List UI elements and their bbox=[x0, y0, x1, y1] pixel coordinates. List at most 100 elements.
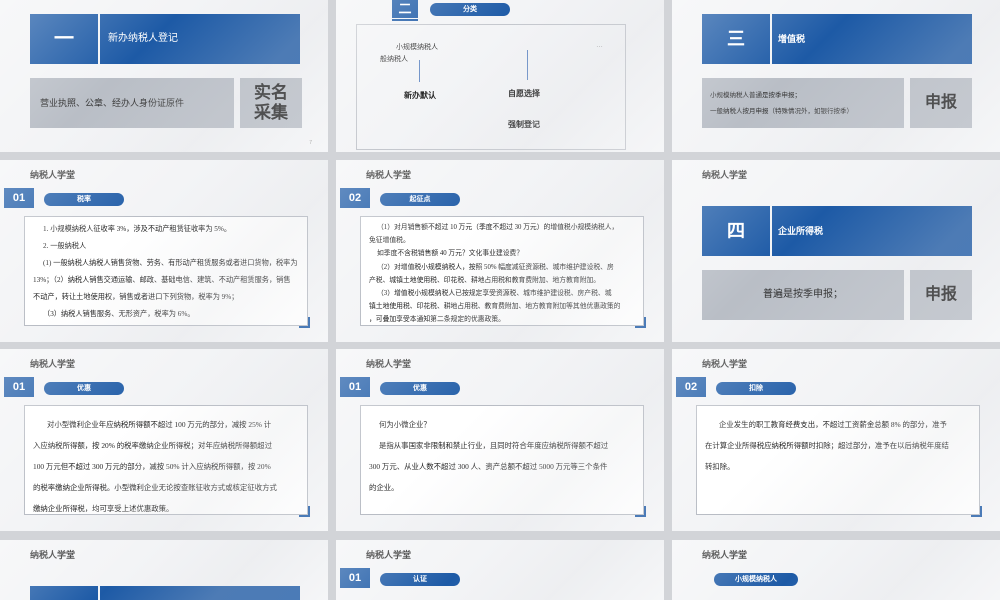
option-mandatory: 强制登记 bbox=[508, 120, 540, 129]
section-desc: 小规模纳税人普通是按季申报； 一般纳税人按月申报（特殊情况外，如银行按季） bbox=[702, 78, 904, 128]
pill-label: 分类 bbox=[430, 3, 510, 16]
corner-mark bbox=[299, 317, 310, 328]
slide-header: 纳税人学堂 bbox=[30, 550, 76, 560]
text-line: 入应纳税所得额，按 20% 的税率缴纳企业所得税；对年应纳税所得额超过 bbox=[33, 441, 272, 450]
section-number: 二 bbox=[392, 0, 418, 18]
section-number: 02 bbox=[676, 377, 706, 397]
section-number: 02 bbox=[340, 188, 370, 208]
section-number: 三 bbox=[702, 14, 770, 64]
corner-mark bbox=[635, 317, 646, 328]
diagram-label-small: 小规模纳税人 bbox=[396, 44, 438, 51]
slide-preference[interactable]: 纳税人学堂 01 优惠 对小型微利企业年应纳税所得额不超过 100 万元的部分，… bbox=[0, 349, 328, 531]
pill-label: 优惠 bbox=[44, 382, 124, 395]
slide-header: 纳税人学堂 bbox=[702, 359, 748, 369]
underline bbox=[392, 19, 418, 21]
pill-label: 税率 bbox=[44, 193, 124, 206]
text-line: 何为小微企业？ bbox=[379, 420, 431, 429]
text-line: （3）纳税人销售服务、无形资产，税率为 6%。 bbox=[43, 310, 195, 318]
text-line: 如季度不含税销售额 40 万元？文化事业建设费？ bbox=[377, 250, 524, 258]
content-box: 何为小微企业？ 是指从事国家非限制和禁止行业，且同时符合年度应纳税所得额不超过 … bbox=[360, 405, 646, 517]
big-label: 实名 采集 bbox=[240, 78, 302, 128]
text-line: 对小型微利企业年应纳税所得额不超过 100 万元的部分，减按 25% 计 bbox=[47, 420, 272, 429]
section-number: 01 bbox=[340, 377, 370, 397]
text-line: 不动产，转让土地使用权，销售或者进口下列货物，税率为 9%； bbox=[33, 293, 239, 301]
text-line: 转扣除。 bbox=[705, 462, 735, 471]
section-desc: 营业执照、公章、经办人身份证原件 bbox=[30, 78, 234, 128]
text-line: 300 万元、从业人数不超过 300 人、资产总额不超过 5000 万元等三个条… bbox=[369, 462, 608, 471]
slide-header: 纳税人学堂 bbox=[366, 170, 412, 180]
corner-mark bbox=[299, 506, 310, 517]
text-line: (1) 一般纳税人纳税人销售货物、劳务、有形动产租赁服务或者进口货物，税率为 bbox=[43, 259, 298, 267]
text-line: ，可叠加享受本通知第二条规定的优惠政策。 bbox=[369, 316, 505, 324]
slide-small-taxpayer[interactable]: 纳税人学堂 小规模纳税人 bbox=[672, 540, 1000, 600]
pill-label: 认证 bbox=[380, 573, 460, 586]
slide-classification[interactable]: 二 分类 小规模纳税人 般纳税人 … 新办默认 自愿选择 强制登记 bbox=[336, 0, 664, 152]
text-line: 的企业。 bbox=[369, 483, 399, 492]
text-line: 2. 一般纳税人 bbox=[43, 242, 87, 250]
section-title: 新办纳税人登记 bbox=[100, 14, 300, 64]
text-line: 的税率缴纳企业所得税。小型微利企业无论按查账征收方式或核定征收方式 bbox=[33, 483, 277, 492]
slide-threshold[interactable]: 纳税人学堂 02 起征点 （1）对月销售额不超过 10 万元（季度不超过 30 … bbox=[336, 160, 664, 342]
text-line: （3）增值税小规模纳税人已按规定享受资源税、城市维护建设税、房产税、城 bbox=[377, 290, 612, 298]
slide-header: 纳税人学堂 bbox=[702, 170, 748, 180]
desc-line1: 小规模纳税人普通是按季申报； bbox=[710, 92, 801, 99]
section-number-block bbox=[30, 586, 98, 600]
big-label-line2: 采集 bbox=[254, 103, 288, 122]
text-line: （2）对增值税小规模纳税人，按照 50% 幅度减征资源税、城市维护建设税、房 bbox=[377, 263, 614, 271]
text-line: 是指从事国家非限制和禁止行业，且同时符合年度应纳税所得额不超过 bbox=[379, 441, 609, 450]
arrow-line-right bbox=[527, 50, 528, 80]
text-line: 100 万元但不超过 300 万元的部分，减按 50% 计入应纳税所得额，按 2… bbox=[33, 462, 271, 471]
slide-tax-rate[interactable]: 纳税人学堂 01 税率 1. 小规模纳税人征收率 3%，涉及不动产租赁征收率为 … bbox=[0, 160, 328, 342]
pill-label: 扣除 bbox=[716, 382, 796, 395]
slide-row4-left[interactable]: 纳税人学堂 bbox=[0, 540, 328, 600]
slide-header: 纳税人学堂 bbox=[30, 359, 76, 369]
text-line: 企业发生的职工教育经费支出，不超过工资薪金总额 8% 的部分，准予 bbox=[719, 420, 947, 429]
content-box: （1）对月销售额不超过 10 万元（季度不超过 30 万元）的增值税小规模纳税人… bbox=[360, 216, 646, 328]
option-voluntary: 自愿选择 bbox=[508, 89, 540, 98]
text-line: （1）对月销售额不超过 10 万元（季度不超过 30 万元）的增值税小规模纳税人… bbox=[377, 224, 619, 231]
slide-header: 纳税人学堂 bbox=[702, 550, 748, 560]
slide-deduction[interactable]: 纳税人学堂 02 扣除 企业发生的职工教育经费支出，不超过工资薪金总额 8% 的… bbox=[672, 349, 1000, 531]
text-line: 镇土地使用税、印花税、耕地占用税、教育费附加、地方教育附加等其他优惠政策的 bbox=[369, 303, 621, 311]
text-line: 在计算企业所得税应纳税所得额时扣除；超过部分，准予在以后纳税年度结 bbox=[705, 441, 949, 450]
slide-new-taxpayer[interactable]: 一 新办纳税人登记 营业执照、公章、经办人身份证原件 实名 采集 7 bbox=[0, 0, 328, 152]
section-desc: 普遍是按季申报； bbox=[702, 270, 904, 320]
big-label: 申报 bbox=[910, 78, 972, 128]
slide-small-enterprise[interactable]: 纳税人学堂 01 优惠 何为小微企业？ 是指从事国家非限制和禁止行业，且同时符合… bbox=[336, 349, 664, 531]
section-number: 一 bbox=[30, 14, 98, 64]
slide-certification[interactable]: 纳税人学堂 01 认证 bbox=[336, 540, 664, 600]
text-line: 缴纳企业所得税，均可享受上述优惠政策。 bbox=[33, 504, 174, 513]
diagram-label-general: 般纳税人 bbox=[380, 56, 408, 63]
desc-line2: 一般纳税人按月申报（特殊情况外，如银行按季） bbox=[710, 108, 853, 115]
pill-label: 起征点 bbox=[380, 193, 460, 206]
slide-vat[interactable]: 三 增值税 小规模纳税人普通是按季申报； 一般纳税人按月申报（特殊情况外，如银行… bbox=[672, 0, 1000, 152]
big-label: 申报 bbox=[910, 270, 972, 320]
section-number: 01 bbox=[4, 377, 34, 397]
text-line: 免征增值税。 bbox=[369, 237, 410, 245]
page-number: 7 bbox=[309, 140, 312, 146]
slide-header: 纳税人学堂 bbox=[30, 170, 76, 180]
section-title: 企业所得税 bbox=[772, 206, 972, 256]
section-number: 四 bbox=[702, 206, 770, 256]
section-title: 增值税 bbox=[772, 14, 972, 64]
arrow-line-left bbox=[419, 60, 420, 82]
section-title-block bbox=[100, 586, 300, 600]
diagram-dots: … bbox=[596, 42, 603, 49]
corner-mark bbox=[635, 506, 646, 517]
text-line: 产税、城镇土地使用税、印花税、耕地占用税和教育费附加、地方教育附加。 bbox=[369, 276, 601, 284]
corner-mark bbox=[971, 506, 982, 517]
content-box: 1. 小规模纳税人征收率 3%，涉及不动产租赁征收率为 5%。 2. 一般纳税人… bbox=[24, 216, 310, 328]
option-default: 新办默认 bbox=[404, 91, 436, 100]
content-box: 对小型微利企业年应纳税所得额不超过 100 万元的部分，减按 25% 计 入应纳… bbox=[24, 405, 310, 517]
slide-header: 纳税人学堂 bbox=[366, 550, 412, 560]
pill-label: 优惠 bbox=[380, 382, 460, 395]
section-number: 01 bbox=[340, 568, 370, 588]
slide-corporate-income-tax[interactable]: 纳税人学堂 四 企业所得税 普遍是按季申报； 申报 bbox=[672, 160, 1000, 342]
big-label-line1: 实名 bbox=[254, 83, 288, 102]
text-line: 13%；（2）纳税人销售交通运输、邮政、基础电信、建筑、不动产租赁服务，销售 bbox=[33, 276, 291, 284]
section-number: 01 bbox=[4, 188, 34, 208]
slide-header: 纳税人学堂 bbox=[366, 359, 412, 369]
text-line: 1. 小规模纳税人征收率 3%，涉及不动产租赁征收率为 5%。 bbox=[43, 225, 232, 233]
pill-label: 小规模纳税人 bbox=[714, 573, 798, 586]
content-box: 企业发生的职工教育经费支出，不超过工资薪金总额 8% 的部分，准予 在计算企业所… bbox=[696, 405, 982, 517]
